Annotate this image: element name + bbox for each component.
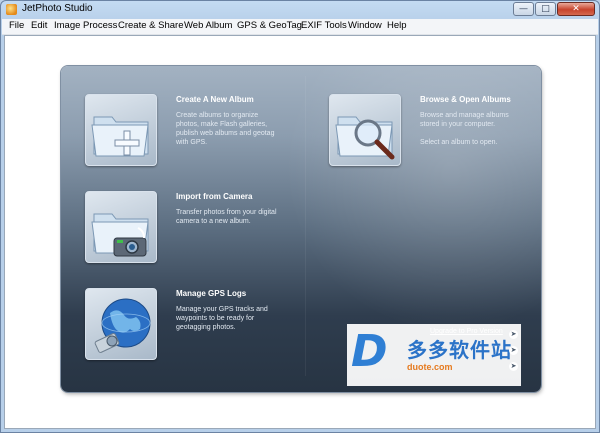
close-button[interactable]: ✕: [557, 2, 595, 16]
title-bar[interactable]: JetPhoto Studio — □ ✕: [1, 1, 599, 18]
create-album-tile[interactable]: [85, 94, 157, 166]
import-camera-tile[interactable]: [85, 191, 157, 263]
browse-albums-tile[interactable]: [329, 94, 401, 166]
watermark-text: 多多软件站: [407, 338, 512, 362]
create-album-title[interactable]: Create A New Album: [176, 95, 254, 104]
folder-magnifier-icon: [335, 116, 395, 160]
globe-satellite-icon: [94, 298, 151, 353]
menu-web-album[interactable]: Web Album: [184, 20, 232, 31]
maximize-button[interactable]: □: [535, 2, 556, 16]
gps-logs-tile[interactable]: [85, 288, 157, 360]
menu-help[interactable]: Help: [387, 20, 407, 31]
browse-albums-desc: Browse and manage albums stored in your …: [420, 112, 509, 146]
window-title: JetPhoto Studio: [22, 3, 93, 14]
app-icon: [6, 4, 17, 15]
minimize-button[interactable]: —: [513, 2, 534, 16]
gps-logs-title[interactable]: Manage GPS Logs: [176, 289, 246, 298]
menu-window[interactable]: Window: [348, 20, 382, 31]
watermark-subtext: duote.com: [407, 362, 453, 372]
menu-exif-tools[interactable]: EXIF Tools: [301, 20, 347, 31]
menu-create-share[interactable]: Create & Share: [118, 20, 183, 31]
create-album-desc: Create albums to organize photos, make F…: [176, 112, 275, 146]
upgrade-link[interactable]: Upgrade to Pro Version: [430, 328, 503, 335]
menu-bar: File Edit Image Process Create & Share W…: [2, 19, 598, 35]
import-camera-title[interactable]: Import from Camera: [176, 192, 252, 201]
panel-divider: [305, 76, 306, 376]
arrow-right-icon[interactable]: ➤: [509, 330, 518, 339]
folder-plus-icon: [91, 116, 149, 157]
panel-highlight: [271, 66, 541, 346]
browse-albums-title[interactable]: Browse & Open Albums: [420, 95, 511, 104]
gps-logs-desc: Manage your GPS tracks and waypoints to …: [176, 306, 268, 331]
menu-image-process[interactable]: Image Process: [54, 20, 117, 31]
arrow-right-icon[interactable]: ➤: [509, 346, 518, 355]
menu-edit[interactable]: Edit: [31, 20, 47, 31]
arrow-right-icon[interactable]: ➤: [509, 362, 518, 371]
watermark: D 多多软件站 duote.com Upgrade to Pro Version…: [347, 324, 521, 386]
folder-camera-icon: [91, 213, 149, 257]
window-controls: — □ ✕: [513, 2, 595, 16]
menu-gps-geotag[interactable]: GPS & GeoTag: [237, 20, 302, 31]
watermark-logo: D: [351, 326, 388, 377]
app-window: JetPhoto Studio — □ ✕ File Edit Image Pr…: [0, 0, 600, 433]
import-camera-desc: Transfer photos from your digital camera…: [176, 209, 277, 225]
menu-file[interactable]: File: [9, 20, 24, 31]
